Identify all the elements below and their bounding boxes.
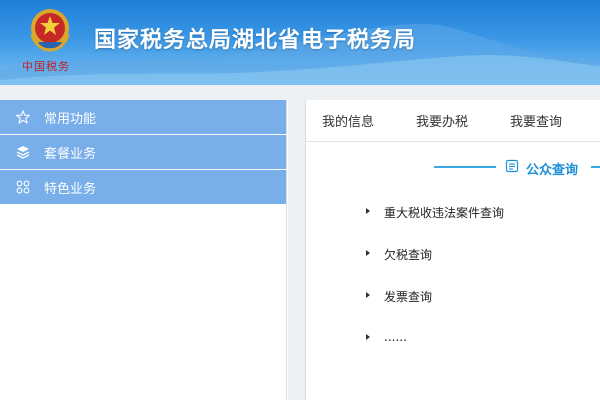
main-panel: 我的信息 我要办税 我要查询 公众查询 重大税收违法案件查询 欠税查询 发票查询 (305, 100, 600, 400)
bullet-icon (366, 292, 370, 298)
bullet-icon (366, 250, 370, 256)
star-icon (16, 110, 30, 124)
sidebar: 常用功能 套餐业务 特色业务 (0, 100, 287, 400)
section-divider-right (591, 166, 600, 168)
list-item[interactable]: 重大税收违法案件查询 (366, 204, 504, 246)
sidebar-item-label: 特色业务 (44, 181, 97, 197)
list-item[interactable]: ...... (366, 330, 504, 372)
section-divider-left (434, 166, 496, 168)
emblem-caption: 中国税务 (22, 60, 70, 73)
list-item-label: ...... (384, 330, 407, 344)
header-divider (0, 85, 600, 100)
tax-emblem-icon (30, 9, 70, 52)
document-icon (505, 159, 519, 173)
panel-gap (288, 100, 305, 400)
section-header-public-query: 公众查询 (306, 156, 600, 178)
list-item[interactable]: 发票查询 (366, 288, 504, 330)
tab-bar: 我的信息 我要办税 我要查询 (306, 100, 600, 142)
tab-my-info[interactable]: 我的信息 (322, 111, 374, 130)
list-item-label: 重大税收违法案件查询 (384, 206, 505, 220)
sidebar-item-label: 套餐业务 (44, 146, 97, 162)
header-banner: 中国税务 国家税务总局湖北省电子税务局 (0, 0, 600, 85)
public-query-list: 重大税收违法案件查询 欠税查询 发票查询 ...... (366, 204, 504, 372)
sidebar-item-label: 常用功能 (44, 111, 97, 127)
sidebar-item-common-functions[interactable]: 常用功能 (0, 100, 286, 134)
bullet-icon (366, 208, 370, 214)
layers-icon (16, 145, 30, 159)
sidebar-item-package-business[interactable]: 套餐业务 (0, 135, 286, 169)
list-item-label: 发票查询 (384, 290, 433, 304)
bullet-icon (366, 334, 370, 340)
section-title: 公众查询 (526, 163, 579, 178)
tab-query[interactable]: 我要查询 (510, 111, 562, 130)
site-title: 国家税务总局湖北省电子税务局 (94, 28, 417, 53)
grid-icon (16, 180, 30, 194)
list-item[interactable]: 欠税查询 (366, 246, 504, 288)
list-item-label: 欠税查询 (384, 248, 433, 262)
tab-file-tax[interactable]: 我要办税 (416, 111, 468, 130)
sidebar-item-special-business[interactable]: 特色业务 (0, 170, 286, 204)
